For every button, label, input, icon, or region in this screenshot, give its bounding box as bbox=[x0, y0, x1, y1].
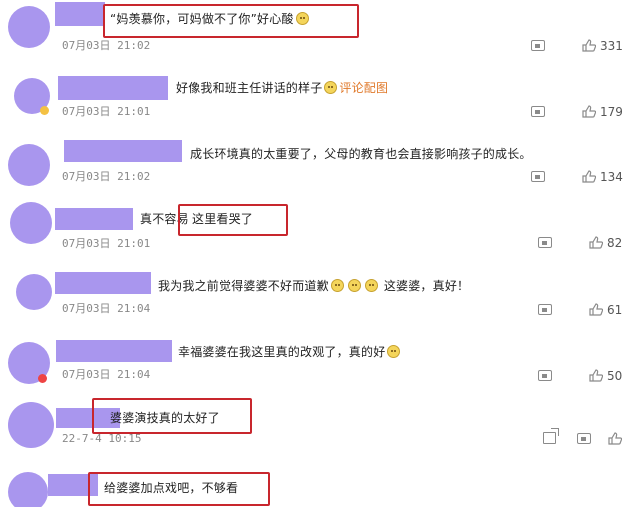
comment-time: 22-7-4 10:15 bbox=[62, 432, 142, 445]
comment-row: 我为我之前觉得婆婆不好而道歉 这婆婆，真好！ 07月03日 21:04 61 bbox=[0, 264, 640, 330]
avatar[interactable] bbox=[16, 274, 52, 310]
like-count: 179 bbox=[600, 105, 623, 119]
thumbs-up-icon[interactable] bbox=[582, 39, 596, 52]
avatar[interactable] bbox=[8, 6, 50, 48]
comment-time: 07月03日 21:04 bbox=[62, 302, 151, 315]
comment-icon[interactable] bbox=[538, 370, 552, 381]
comment-row: 婆婆演技真的太好了 22-7-4 10:15 bbox=[0, 396, 640, 462]
comment-text: 我为我之前觉得婆婆不好而道歉 这婆婆，真好！ bbox=[158, 279, 470, 293]
avatar[interactable] bbox=[8, 144, 50, 186]
thumbs-up-icon[interactable] bbox=[589, 369, 603, 382]
comment-text: 成长环境真的太重要了，父母的教育也会直接影响孩子的成长。 bbox=[190, 147, 532, 161]
comment-row: 幸福婆婆在我这里真的改观了，真的好 07月03日 21:04 50 bbox=[0, 330, 640, 396]
comment-text: 幸福婆婆在我这里真的改观了，真的好 bbox=[178, 343, 402, 360]
username-redacted[interactable] bbox=[58, 76, 168, 100]
comment-icon[interactable] bbox=[531, 171, 545, 182]
comment-icon[interactable] bbox=[531, 106, 545, 117]
comment-icon[interactable] bbox=[577, 433, 591, 444]
avatar[interactable] bbox=[8, 472, 48, 507]
comment-time: 07月03日 21:04 bbox=[62, 368, 151, 381]
comment-time: 07月03日 21:02 bbox=[62, 170, 151, 183]
avatar[interactable] bbox=[10, 202, 52, 244]
username-redacted[interactable] bbox=[64, 140, 182, 162]
username-redacted[interactable] bbox=[55, 208, 133, 230]
like-count: 50 bbox=[607, 369, 623, 383]
avatar[interactable] bbox=[8, 402, 54, 448]
highlight-box bbox=[178, 204, 288, 236]
badge-icon bbox=[38, 374, 47, 383]
username-redacted[interactable] bbox=[55, 2, 105, 26]
crying-emoji-icon bbox=[324, 81, 338, 94]
crying-emoji-icon bbox=[364, 279, 378, 292]
thumbs-up-icon[interactable] bbox=[608, 432, 622, 445]
username-redacted[interactable] bbox=[56, 340, 172, 362]
comment-row: 好像我和班主任讲话的样子 评论配图 07月03日 21:01 179 bbox=[0, 66, 640, 132]
crying-emoji-icon bbox=[330, 279, 344, 292]
comment-row: 成长环境真的太重要了，父母的教育也会直接影响孩子的成长。 07月03日 21:0… bbox=[0, 132, 640, 198]
share-icon[interactable] bbox=[543, 428, 559, 444]
like-count: 331 bbox=[600, 39, 623, 53]
comment-time: 07月03日 21:02 bbox=[62, 39, 151, 52]
comment-image-link[interactable]: 评论配图 bbox=[339, 81, 388, 95]
comment-icon[interactable] bbox=[531, 40, 545, 51]
comment-text: 好像我和班主任讲话的样子 评论配图 bbox=[176, 81, 389, 95]
highlight-box bbox=[103, 4, 359, 38]
thumbs-up-icon[interactable] bbox=[589, 303, 603, 316]
like-count: 134 bbox=[600, 170, 623, 184]
username-redacted[interactable] bbox=[55, 272, 151, 294]
thumbs-up-icon[interactable] bbox=[582, 170, 596, 183]
comment-icon[interactable] bbox=[538, 304, 552, 315]
like-count: 61 bbox=[607, 303, 623, 317]
like-count: 82 bbox=[607, 236, 623, 250]
highlight-box bbox=[88, 472, 270, 506]
comment-time: 07月03日 21:01 bbox=[62, 237, 151, 250]
crying-emoji-icon bbox=[347, 279, 361, 292]
comment-time: 07月03日 21:01 bbox=[62, 105, 151, 118]
comment-row: “妈羡慕你，可妈做不了你”好心酸 07月03日 21:02 331 bbox=[0, 0, 640, 66]
crying-emoji-icon bbox=[387, 345, 401, 358]
thumbs-up-icon[interactable] bbox=[589, 236, 603, 249]
verified-badge-icon bbox=[40, 106, 49, 115]
thumbs-up-icon[interactable] bbox=[582, 105, 596, 118]
comment-row: 真不容易 这里看哭了 07月03日 21:01 82 bbox=[0, 198, 640, 264]
comment-row: 给婆婆加点戏吧，不够看 bbox=[0, 462, 640, 507]
highlight-box bbox=[92, 398, 252, 434]
comment-icon[interactable] bbox=[538, 237, 552, 248]
